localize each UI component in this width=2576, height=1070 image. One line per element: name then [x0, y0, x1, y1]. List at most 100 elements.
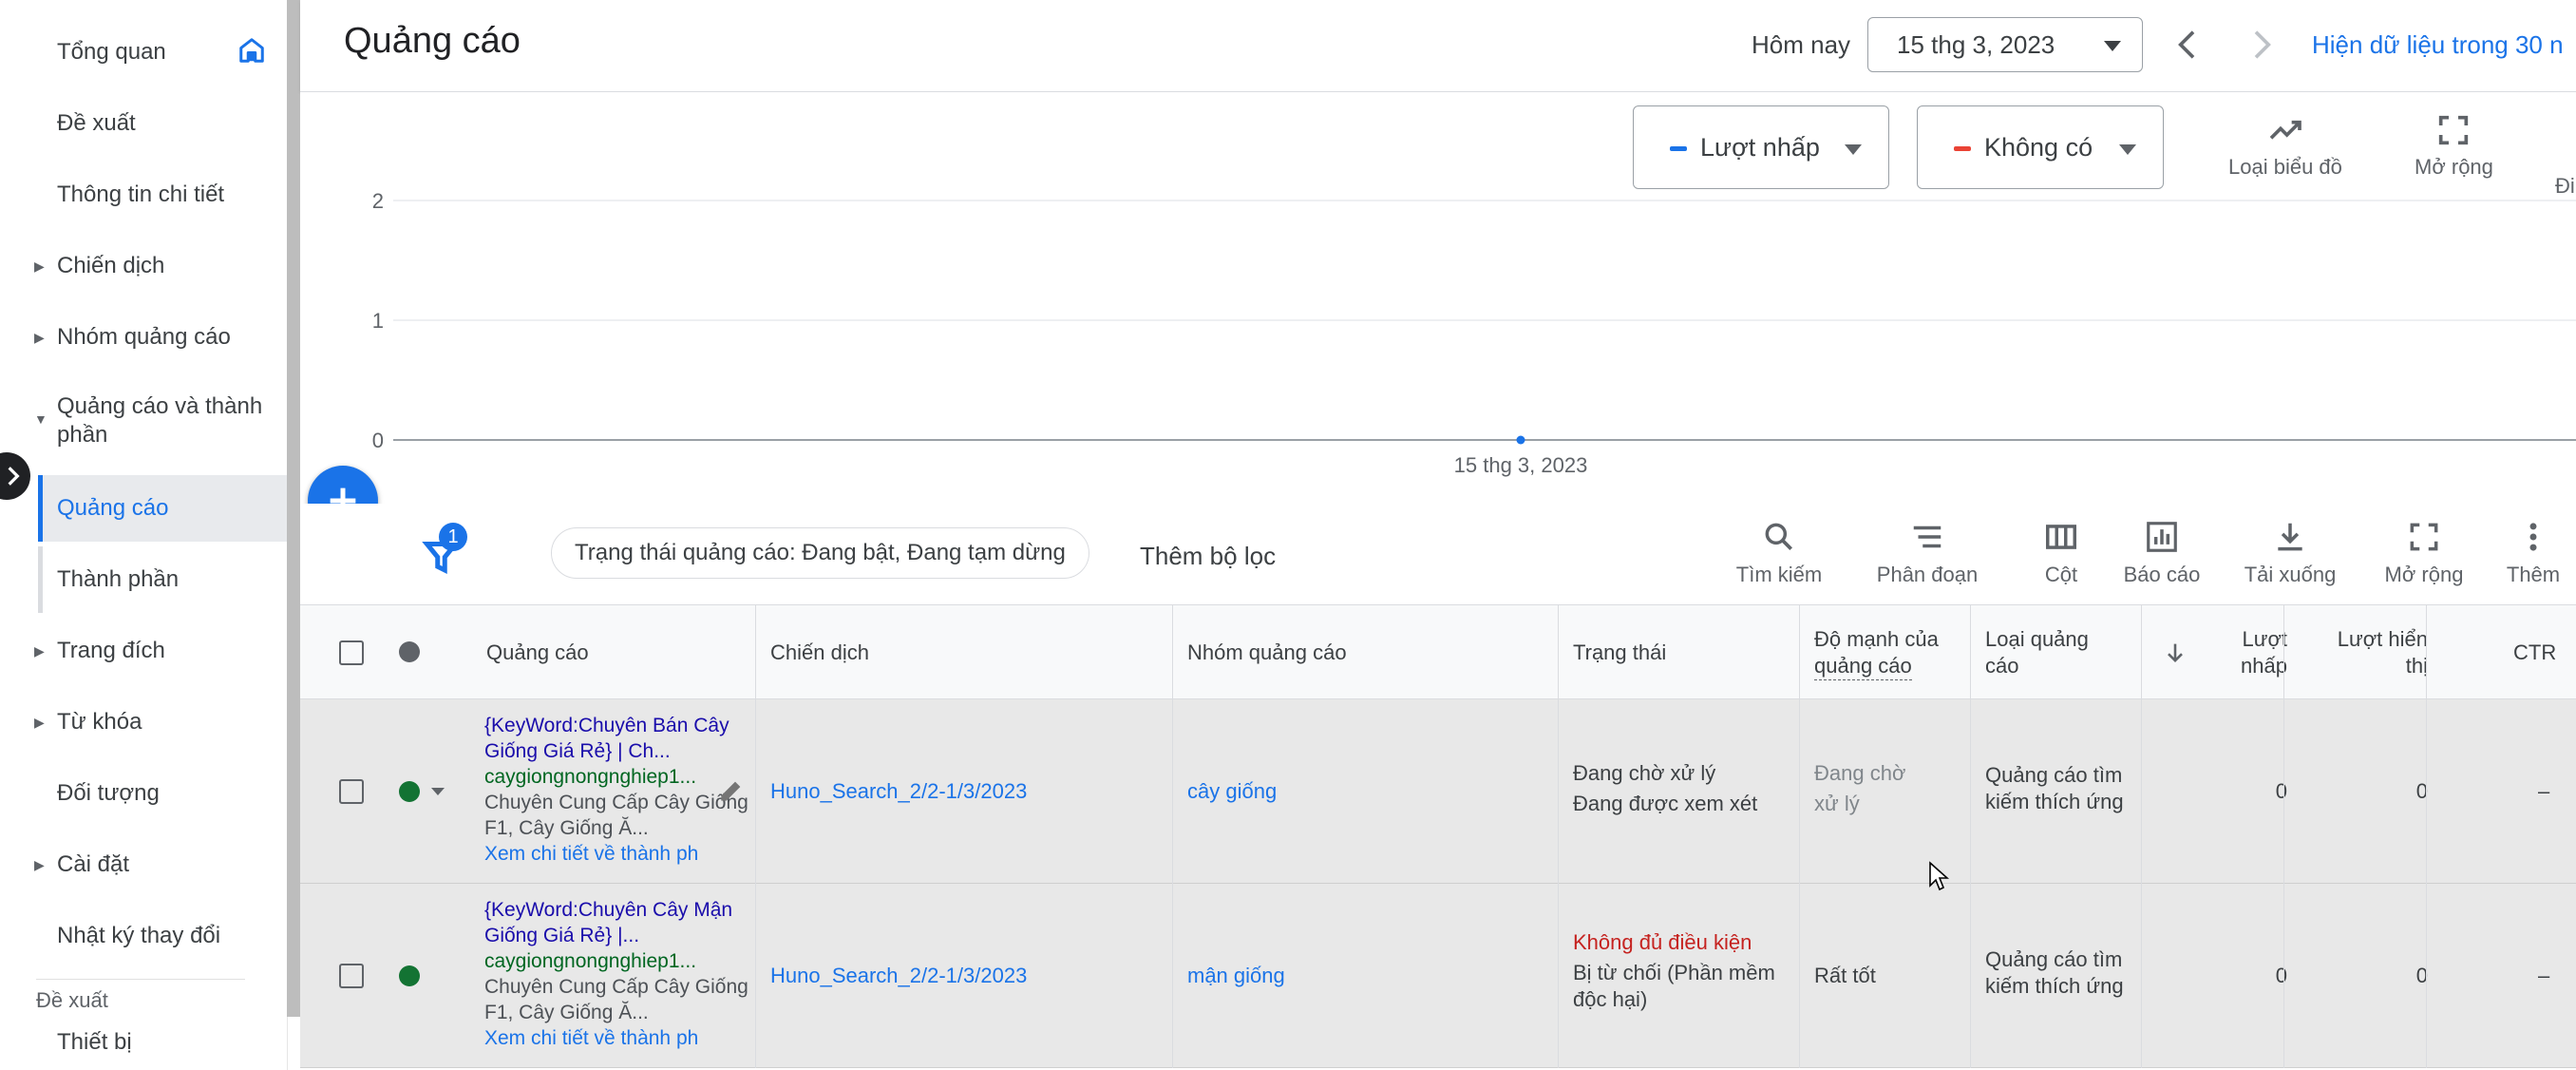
sidebar-item-label: Đối tượng: [57, 780, 160, 806]
status-dot-icon: [399, 965, 420, 986]
ad-assets-link[interactable]: Xem chi tiết về thành ph: [484, 1025, 750, 1051]
x-tick-label: 15 thg 3, 2023: [1454, 453, 1588, 477]
header-ad-type[interactable]: Loại quảng cáo: [1985, 605, 2089, 700]
sidebar-item-settings[interactable]: ▶ Cài đặt: [0, 831, 287, 898]
chart-expand-button[interactable]: Mở rộng: [2415, 111, 2493, 180]
header-clicks[interactable]: Lượt nhấp: [2219, 605, 2287, 700]
sidebar-item-keywords[interactable]: ▶ Từ khóa: [0, 689, 287, 755]
status-filter-chip[interactable]: Trạng thái quảng cáo: Đang bật, Đang tạm…: [551, 527, 1089, 579]
header-clicks-line1: Lượt: [2242, 627, 2287, 651]
edit-pencil-icon[interactable]: [716, 775, 747, 806]
caret-down-icon[interactable]: [429, 785, 446, 798]
row-checkbox[interactable]: [339, 964, 364, 988]
sidebar-item-audiences[interactable]: Đối tượng: [0, 760, 287, 827]
columns-label: Cột: [2044, 563, 2078, 586]
impressions-cell: 0: [2415, 964, 2428, 987]
add-filter-button[interactable]: Thêm bộ lọc: [1140, 542, 1276, 571]
header-ad-group[interactable]: Nhóm quảng cáo: [1187, 605, 1347, 700]
header-ad-type-line2: cáo: [1985, 654, 2019, 678]
caret-right-icon: ▶: [34, 258, 45, 274]
more-button[interactable]: Thêm: [2500, 519, 2567, 587]
reports-button[interactable]: Báo cáo: [2114, 519, 2209, 587]
status-primary: Không đủ điều kiện: [1573, 930, 1752, 954]
table-row[interactable]: {KeyWord:Chuyên Bán Cây Giống Giá Rẻ} | …: [300, 699, 2576, 884]
metric-select-primary[interactable]: Lượt nhấp: [1633, 105, 1889, 189]
sidebar-item-label: Thông tin chi tiết: [57, 182, 225, 207]
header-ad-strength-line1: Độ mạnh của: [1814, 626, 1939, 651]
header-ad[interactable]: Quảng cáo: [486, 605, 589, 700]
chevron-left-icon[interactable]: [2169, 23, 2207, 67]
metric-color-swatch: [1954, 146, 1971, 151]
ctr-cell: –: [2538, 779, 2550, 803]
segment-label: Phân đoạn: [1876, 563, 1979, 586]
performance-chart: 0 1 2 15 thg 3, 2023 Lượt nhấp Không có Lo…: [300, 92, 2576, 501]
chart-more-label: Đi: [2555, 174, 2575, 198]
impressions-cell: 0: [2415, 779, 2428, 803]
metric-label: Lượt nhấp: [1700, 133, 1820, 162]
sidebar-item-devices[interactable]: Thiết bị: [0, 1019, 287, 1070]
more-label: Thêm: [2506, 563, 2561, 586]
y-tick-label: 2: [372, 189, 384, 213]
search-button[interactable]: Tìm kiếm: [1727, 519, 1831, 587]
ad-strength-cell: Rất tốt: [1814, 964, 1876, 987]
column-divider: [2141, 604, 2142, 1068]
sidebar-divider: [36, 979, 245, 980]
header-ctr[interactable]: CTR: [2513, 605, 2556, 700]
data-range-link[interactable]: Hiện dữ liệu trong 30 n: [2312, 30, 2564, 60]
sidebar-item-assets[interactable]: Thành phần: [38, 546, 287, 613]
header-status[interactable]: Trạng thái: [1573, 605, 1666, 700]
chart-grid: [393, 200, 2576, 441]
chevron-right-icon: [8, 467, 20, 486]
header-campaign[interactable]: Chiến dịch: [770, 605, 869, 700]
ad-assets-link[interactable]: Xem chi tiết về thành ph: [484, 841, 750, 867]
sort-down-icon[interactable]: [2162, 640, 2188, 666]
campaign-link[interactable]: Huno_Search_2/2-1/3/2023: [770, 963, 1027, 989]
chart-point[interactable]: [1516, 435, 1525, 445]
select-all-checkbox[interactable]: [339, 640, 364, 665]
ad-group-link[interactable]: mận giống: [1187, 963, 1285, 989]
sidebar-item-landing-pages[interactable]: ▶ Trang đích: [0, 618, 287, 684]
header-impressions[interactable]: Lượt hiển thị: [2314, 605, 2428, 700]
header-ad-strength-line2: quảng cáo: [1814, 653, 1912, 680]
sidebar-item-insights[interactable]: Thông tin chi tiết: [0, 162, 287, 228]
sidebar-item-label: Đề xuất: [57, 110, 136, 136]
table-row[interactable]: {KeyWord:Chuyên Cây Mận Giống Giá Rẻ} |.…: [300, 884, 2576, 1068]
chevron-right-icon[interactable]: [2242, 23, 2280, 67]
campaign-link[interactable]: Huno_Search_2/2-1/3/2023: [770, 778, 1027, 805]
sidebar-item-ads[interactable]: Quảng cáo: [38, 475, 287, 542]
download-button[interactable]: Tải xuống: [2238, 519, 2342, 587]
table-expand-button[interactable]: Mở rộng: [2377, 519, 2472, 587]
caret-right-icon: ▶: [34, 329, 45, 345]
segment-button[interactable]: Phân đoạn: [1866, 519, 1989, 587]
ad-headline[interactable]: {KeyWord:Chuyên Bán Cây Giống Giá Rẻ} | …: [484, 713, 750, 764]
sidebar-item-change-history[interactable]: Nhật ký thay đổi: [0, 903, 287, 969]
chart-type-button[interactable]: Loại biểu đồ: [2228, 111, 2342, 180]
fullscreen-icon: [2439, 115, 2469, 145]
ad-headline[interactable]: {KeyWord:Chuyên Cây Mận Giống Giá Rẻ} |.…: [484, 897, 750, 948]
chart-more-button[interactable]: Đi: [2555, 111, 2575, 199]
header-clicks-line2: nhấp: [2241, 654, 2287, 678]
fullscreen-icon: [2410, 523, 2438, 551]
header-impressions-line2: thị: [2405, 654, 2428, 678]
sidebar-item-recommendations[interactable]: Đề xuất: [0, 90, 287, 157]
home-icon: [239, 38, 264, 63]
ad-display-url: caygiongnongnghiep1...: [484, 766, 697, 788]
column-divider: [755, 604, 756, 1068]
sidebar-item-campaigns[interactable]: ▶ Chiến dịch: [0, 233, 287, 299]
columns-button[interactable]: Cột: [2023, 519, 2099, 587]
search-icon: [1765, 523, 1793, 551]
filter-count-badge: 1: [439, 523, 467, 551]
sidebar-scrollbar[interactable]: [287, 0, 300, 1017]
header-ad-strength[interactable]: Độ mạnh của quảng cáo: [1814, 605, 1939, 700]
dropdown-arrow-icon: [2119, 144, 2136, 155]
row-checkbox[interactable]: [339, 779, 364, 804]
chart-expand-label: Mở rộng: [2415, 155, 2493, 179]
ad-group-link[interactable]: cây giống: [1187, 778, 1277, 805]
sidebar-item-label: Nhật ký thay đổi: [57, 923, 221, 948]
sidebar-item-ad-groups[interactable]: ▶ Nhóm quảng cáo: [0, 304, 287, 371]
sidebar-item-label: Quảng cáo: [57, 495, 169, 521]
metric-select-secondary[interactable]: Không có: [1917, 105, 2164, 189]
date-range-select[interactable]: 15 thg 3, 2023: [1867, 17, 2143, 72]
sidebar-item-ads-assets[interactable]: ▼ Quảng cáo và thành phần: [0, 385, 287, 461]
y-tick-label: 1: [372, 309, 384, 333]
